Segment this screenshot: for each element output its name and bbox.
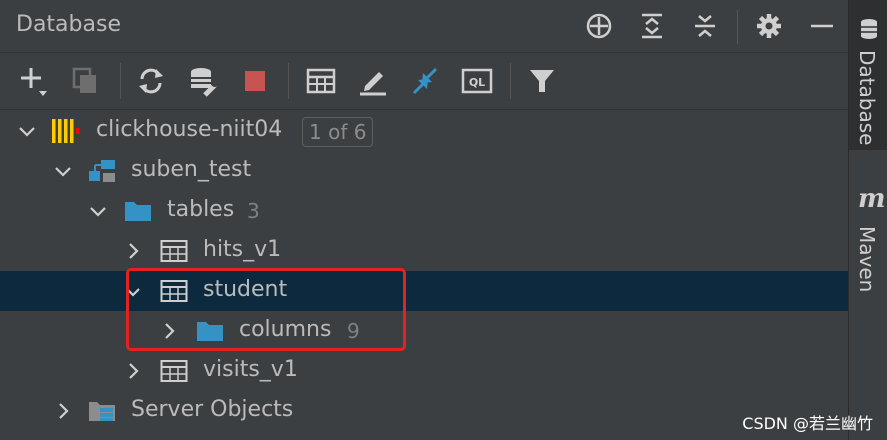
edit-icon[interactable] — [357, 65, 389, 97]
tab-database[interactable]: Database — [849, 0, 887, 150]
highlight-annotation — [126, 268, 406, 351]
tab-maven-label: Maven — [855, 226, 879, 293]
expand-all-icon[interactable] — [638, 12, 666, 40]
tree-node-schema[interactable]: suben_test — [0, 151, 848, 191]
schema-count-badge[interactable]: 1 of 6 — [302, 117, 374, 147]
data-source-properties-icon[interactable] — [188, 65, 220, 97]
tables-folder-label: tables — [167, 197, 235, 222]
tree-node-tables-folder[interactable]: tables 3 — [0, 191, 848, 231]
header-separator — [737, 10, 738, 44]
tool-window-title: Database — [16, 12, 121, 37]
chevron-down-icon[interactable] — [53, 161, 73, 181]
watermark: CSDN @若兰幽竹 — [742, 414, 873, 433]
database-tool-window: Database QL clickhouse-niit04 1 of 6 sub… — [0, 0, 848, 440]
tool-window-header: Database — [0, 0, 848, 53]
tables-count: 3 — [247, 199, 260, 223]
filter-icon[interactable] — [526, 65, 558, 97]
maven-icon: m — [858, 184, 886, 214]
stop-icon[interactable] — [239, 65, 271, 97]
connection-label: clickhouse-niit04 — [96, 117, 283, 142]
server-objects-label: Server Objects — [131, 397, 294, 422]
table-label: visits_v1 — [203, 357, 298, 382]
right-tool-strip: Database m Maven — [848, 0, 887, 440]
toolbar-separator — [120, 63, 121, 99]
jump-to-console-icon[interactable] — [409, 65, 441, 97]
crosshair-icon[interactable] — [585, 12, 613, 40]
gear-icon[interactable] — [755, 12, 783, 40]
chevron-right-icon[interactable] — [123, 361, 143, 381]
server-objects-icon — [89, 402, 115, 421]
database-icon — [861, 19, 877, 39]
chevron-down-icon[interactable] — [17, 121, 37, 141]
toolbar-separator — [510, 63, 511, 99]
toolbar-separator — [288, 63, 289, 99]
add-icon[interactable] — [17, 65, 49, 97]
chevron-down-icon[interactable] — [88, 201, 108, 221]
tab-database-label: Database — [855, 50, 879, 146]
tree-node-table[interactable]: hits_v1 — [0, 231, 848, 271]
minimize-icon[interactable] — [808, 12, 836, 40]
query-console-icon[interactable]: QL — [461, 65, 493, 97]
chevron-right-icon[interactable] — [53, 401, 73, 421]
table-icon — [160, 360, 188, 382]
folder-icon — [125, 202, 151, 221]
table-icon — [160, 240, 188, 262]
chevron-right-icon[interactable] — [123, 241, 143, 261]
tree-node-connection[interactable]: clickhouse-niit04 1 of 6 — [0, 111, 848, 151]
schema-label: suben_test — [131, 157, 252, 182]
collapse-all-icon[interactable] — [691, 12, 719, 40]
tab-maven[interactable]: m Maven — [849, 180, 887, 310]
duplicate-icon[interactable] — [69, 65, 101, 97]
schema-icon — [89, 160, 115, 182]
table-label: hits_v1 — [203, 237, 282, 262]
tree-node-server-objects[interactable]: Server Objects — [0, 391, 848, 431]
svg-text:QL: QL — [469, 76, 485, 89]
tree-node-table[interactable]: visits_v1 — [0, 351, 848, 391]
toolbar: QL — [0, 53, 848, 110]
table-view-icon[interactable] — [305, 65, 337, 97]
refresh-icon[interactable] — [135, 65, 167, 97]
clickhouse-icon — [52, 119, 80, 143]
